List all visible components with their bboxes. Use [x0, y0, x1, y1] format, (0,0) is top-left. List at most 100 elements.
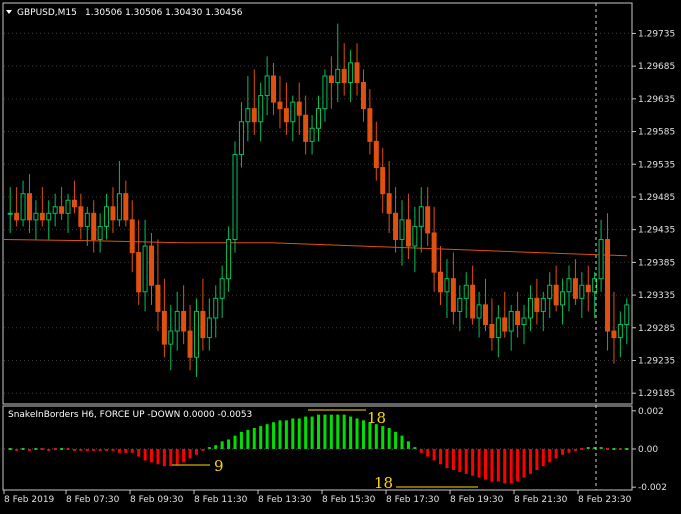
histogram-bar	[394, 431, 398, 449]
histogram-bar	[541, 449, 545, 467]
histogram-bar	[451, 449, 455, 470]
histogram-bar	[554, 449, 558, 459]
candle-body	[46, 212, 52, 221]
candle-body	[226, 238, 232, 280]
candle-body	[579, 284, 585, 299]
histogram-bar	[528, 449, 532, 474]
candle-body	[193, 310, 199, 358]
indicator-tick-label: 0.002	[638, 407, 664, 417]
histogram-bar	[516, 449, 520, 482]
histogram-bar	[483, 449, 487, 480]
candle-body	[431, 232, 437, 273]
histogram-bar	[490, 449, 494, 482]
histogram-bar	[477, 449, 481, 478]
price-tick-label: 1.29235	[638, 356, 675, 366]
candle-body	[84, 212, 90, 227]
histogram-bar	[214, 445, 218, 449]
candle-body	[39, 212, 45, 221]
histogram-bar	[419, 449, 423, 453]
time-tick-label: 8 Feb 09:30	[130, 495, 184, 505]
histogram-bar	[259, 426, 263, 449]
candle-body	[386, 193, 392, 214]
candle-body	[213, 297, 219, 319]
candle-body	[123, 193, 129, 221]
histogram-bar	[124, 449, 128, 453]
candle-body	[373, 140, 379, 169]
candle-body	[322, 75, 328, 110]
candle-body	[52, 206, 58, 214]
candle-body	[502, 317, 508, 332]
histogram-bar	[297, 418, 301, 449]
candle-body	[142, 245, 148, 293]
histogram-bar	[522, 449, 526, 478]
histogram-bar	[182, 449, 186, 463]
price-tick-label: 1.29185	[638, 389, 675, 399]
candle-body	[187, 330, 193, 358]
histogram-bar	[137, 449, 141, 457]
candle-body	[412, 225, 418, 247]
candle-body	[136, 252, 142, 293]
price-tick-label: 1.29585	[638, 128, 675, 138]
histogram-bar	[567, 449, 571, 453]
histogram-bar	[265, 424, 269, 449]
time-tick-label: 8 Feb 2019	[4, 495, 55, 505]
symbol-label: GBPUSD,M15	[17, 8, 77, 18]
candle-body	[206, 317, 212, 339]
histogram-bar	[413, 447, 417, 449]
histogram-bar	[445, 449, 449, 469]
candle-body	[129, 219, 135, 254]
histogram-bar	[355, 418, 359, 449]
time-tick-label: 8 Feb 07:30	[66, 495, 120, 505]
candle-body	[296, 101, 302, 116]
price-tick-label: 1.29735	[638, 29, 675, 39]
candle-body	[341, 68, 347, 83]
candle-body	[258, 95, 264, 123]
candle-body	[26, 193, 32, 221]
time-tick-label: 8 Feb 13:30	[258, 495, 312, 505]
histogram-bar	[336, 414, 340, 449]
candle-body	[457, 297, 463, 312]
histogram-bar	[8, 448, 12, 450]
candle-body	[290, 101, 296, 123]
candle-body	[309, 127, 315, 142]
candle-body	[181, 310, 187, 332]
histogram-bar	[252, 428, 256, 449]
histogram-bar	[509, 449, 513, 484]
time-tick-label: 8 Feb 23:30	[578, 495, 632, 505]
histogram-bar	[471, 449, 475, 476]
time-tick-label: 8 Feb 11:30	[194, 495, 248, 505]
histogram-bar	[194, 449, 198, 455]
candle-body	[489, 324, 495, 339]
candle-body	[283, 108, 289, 123]
candle-body	[245, 108, 251, 123]
candle-body	[161, 310, 167, 345]
histogram-bar	[284, 420, 288, 449]
candle-body	[547, 284, 553, 299]
candle-body	[476, 304, 482, 319]
candle-body	[444, 278, 450, 293]
candle-body	[116, 193, 122, 221]
histogram-bar	[169, 449, 173, 467]
candle-body	[470, 284, 476, 319]
candle-body	[463, 284, 469, 299]
histogram-bar	[72, 449, 76, 451]
candle-body	[380, 167, 386, 195]
histogram-bar	[535, 449, 539, 470]
histogram-bar	[323, 414, 327, 449]
candle-body	[450, 278, 456, 312]
candle-body	[65, 199, 71, 214]
candle-body	[71, 199, 77, 208]
histogram-bar	[387, 428, 391, 449]
candle-body	[425, 206, 431, 234]
candle-body	[264, 75, 270, 97]
histogram-bar	[426, 449, 430, 457]
price-tick-label: 1.29535	[638, 160, 675, 170]
histogram-bar	[233, 435, 237, 449]
candle-body	[585, 284, 591, 293]
trading-chart[interactable]: GBPUSD,M15 1.30506 1.30506 1.30430 1.304…	[0, 0, 681, 514]
candle-body	[14, 212, 20, 221]
histogram-bar	[239, 431, 243, 449]
histogram-bar	[548, 449, 552, 463]
candle-body	[97, 225, 103, 240]
histogram-bar	[458, 449, 462, 472]
